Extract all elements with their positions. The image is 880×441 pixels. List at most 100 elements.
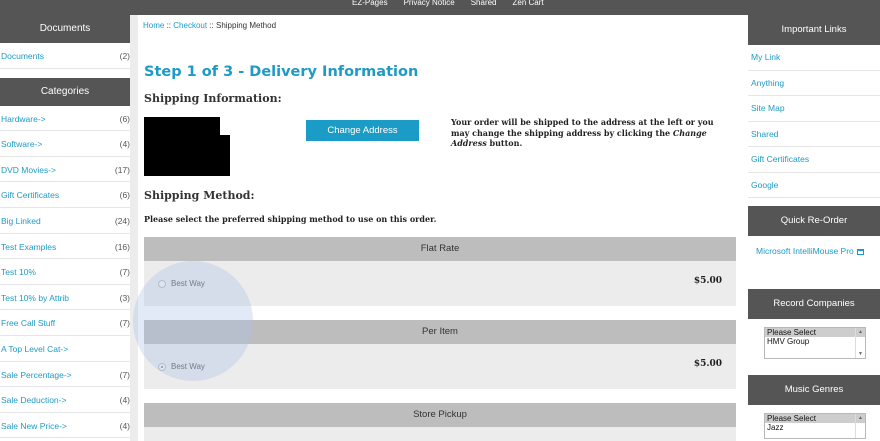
radio-button[interactable] (158, 362, 166, 371)
music-genres-header: Music Genres (748, 375, 880, 405)
sidebar-item-count: (24) (114, 215, 130, 226)
sidebar-item-test-10-by-attrib[interactable]: Test 10% by Attrib (3) (0, 285, 130, 311)
sidebar-item-label[interactable]: A Top Level Cat-> (1, 344, 68, 354)
breadcrumb-separator: :: (166, 21, 172, 30)
sidebar-item-label[interactable]: Documents (1, 51, 44, 61)
address-note-text-end: button. (486, 138, 523, 148)
sidebar-item-label[interactable]: Sale New Price-> (1, 421, 67, 431)
sidebar-item-label[interactable]: Test Examples (1, 242, 56, 252)
sidebar-item-count: (6) (119, 190, 130, 201)
shipping-method-heading: Shipping Method: (144, 189, 255, 202)
top-nav-link-privacy[interactable]: Privacy Notice (396, 0, 463, 15)
sidebar-item-label[interactable]: Big Linked (1, 216, 41, 226)
sidebar-item-count: (7) (119, 267, 130, 278)
sidebar-item-count: (17) (114, 164, 130, 175)
breadcrumb-checkout[interactable]: Checkout (173, 21, 207, 30)
top-nav-link-ezpages[interactable]: EZ-Pages (344, 0, 396, 15)
select-option[interactable]: Please Select (765, 328, 865, 337)
music-genres-select[interactable]: Please Select Jazz ▲ (764, 413, 866, 439)
sidebar-item-label[interactable]: Hardware-> (1, 114, 46, 124)
sidebar-item-sale-deduction[interactable]: Sale Deduction-> (4) (0, 387, 130, 413)
shipping-method-per-item: Best Way $5.00 (144, 344, 736, 389)
sidebar-item-label[interactable]: Test 10% (1, 267, 36, 277)
sidebar-item-label[interactable]: DVD Movies-> (1, 165, 56, 175)
radio-button[interactable] (158, 279, 166, 288)
sidebar-item-count: (16) (114, 241, 130, 252)
sidebar-item-test-10[interactable]: Test 10% (7) (0, 259, 130, 285)
sidebar-item-count: (2) (119, 51, 130, 61)
sidebar-item-top-level-cat[interactable]: A Top Level Cat-> (0, 336, 130, 362)
left-sidebar: Documents Documents (2) Categories Hardw… (0, 15, 130, 441)
breadcrumb-home[interactable]: Home (143, 21, 164, 30)
important-link-my-link[interactable]: My Link (748, 45, 880, 71)
breadcrumb-separator: :: (209, 21, 214, 30)
sidebar-item-software[interactable]: Software-> (4) (0, 131, 130, 157)
sidebar-item-gift-certificates[interactable]: Gift Certificates (6) (0, 182, 130, 208)
sidebar-item-sale-percentage[interactable]: Sale Percentage-> (7) (0, 362, 130, 388)
select-option[interactable]: HMV Group (765, 337, 865, 346)
right-sidebar: Important Links My Link Anything Site Ma… (748, 15, 880, 441)
record-companies-header: Record Companies (748, 289, 880, 319)
shipping-method-store-pickup-header: Store Pickup (144, 403, 736, 427)
select-scrollbar[interactable]: ▲ ▼ (855, 328, 865, 358)
sidebar-item-label[interactable]: Gift Certificates (1, 190, 59, 200)
change-address-button[interactable]: Change Address (306, 120, 419, 141)
sidebar-item-test-examples[interactable]: Test Examples (16) (0, 234, 130, 260)
select-option[interactable]: Please Select (765, 414, 865, 423)
shipping-option-flat-rate-best-way[interactable]: Best Way (158, 279, 205, 288)
sidebar-item-documents[interactable]: Documents (2) (0, 43, 130, 69)
important-link-gift-certificates[interactable]: Gift Certificates (748, 147, 880, 173)
documents-header: Documents (0, 15, 130, 43)
categories-header: Categories (0, 77, 130, 106)
main-content: Home :: Checkout :: Shipping Method Step… (138, 15, 748, 441)
sidebar-item-free-call-stuff[interactable]: Free Call Stuff (7) (0, 310, 130, 336)
shipping-option-label[interactable]: Best Way (171, 362, 205, 371)
sidebar-item-big-linked[interactable]: Big Linked (24) (0, 208, 130, 234)
reorder-product-name[interactable]: Microsoft IntelliMouse Pro (756, 246, 854, 256)
sidebar-item-label[interactable]: Free Call Stuff (1, 318, 55, 328)
sidebar-item-count: (4) (119, 420, 130, 431)
shipping-method-store-pickup (144, 427, 736, 441)
sidebar-item-count: (7) (119, 318, 130, 329)
shipping-price: $5.00 (693, 276, 722, 286)
important-link-site-map[interactable]: Site Map (748, 96, 880, 122)
shipping-price: $5.00 (693, 359, 722, 369)
cart-icon[interactable] (856, 248, 864, 255)
quick-reorder-header: Quick Re-Order (748, 206, 880, 236)
important-link-shared[interactable]: Shared (748, 122, 880, 147)
shipping-method-note: Please select the preferred shipping met… (144, 214, 437, 224)
sidebar-item-label[interactable]: Sale Deduction-> (1, 395, 66, 405)
breadcrumb-current: Shipping Method (215, 21, 277, 30)
top-nav-link-shared[interactable]: Shared (463, 0, 505, 15)
sidebar-item-count: (4) (119, 395, 130, 406)
reorder-product-link[interactable]: Microsoft IntelliMouse Pro (756, 246, 876, 257)
sidebar-item-label[interactable]: Software-> (1, 139, 42, 149)
sidebar-item-count: (4) (119, 139, 130, 150)
select-scrollbar[interactable]: ▲ (855, 414, 865, 438)
shipping-option-per-item-best-way[interactable]: Best Way (158, 362, 205, 371)
sidebar-item-sale-new-price[interactable]: Sale New Price-> (4) (0, 413, 130, 439)
sidebar-item-count: (3) (119, 292, 130, 303)
shipping-method-per-item-header: Per Item (144, 320, 736, 344)
important-link-google[interactable]: Google (748, 173, 880, 198)
top-nav-bar: EZ-Pages Privacy Notice Shared Zen Cart (0, 0, 880, 15)
shipping-method-flat-rate-header: Flat Rate (144, 237, 736, 261)
address-note: Your order will be shipped to the addres… (451, 117, 721, 149)
sidebar-item-count: (7) (119, 369, 130, 380)
top-nav-link-zencart[interactable]: Zen Cart (505, 0, 552, 15)
shipping-info-heading: Shipping Information: (144, 92, 282, 105)
sidebar-item-label[interactable]: Test 10% by Attrib (1, 293, 69, 303)
important-links-header: Important Links (748, 15, 880, 45)
top-nav-links: EZ-Pages Privacy Notice Shared Zen Cart (344, 0, 552, 15)
shipping-option-label[interactable]: Best Way (171, 279, 205, 288)
breadcrumb: Home :: Checkout :: Shipping Method (143, 21, 276, 30)
sidebar-item-dvd-movies[interactable]: DVD Movies-> (17) (0, 157, 130, 183)
important-link-anything[interactable]: Anything (748, 71, 880, 96)
record-companies-select[interactable]: Please Select HMV Group ▲ ▼ (764, 327, 866, 359)
sidebar-item-count: (6) (119, 113, 130, 124)
shipping-method-flat-rate: Best Way $5.00 (144, 261, 736, 306)
sidebar-item-label[interactable]: Sale Percentage-> (1, 370, 72, 380)
sidebar-item-hardware[interactable]: Hardware-> (6) (0, 106, 130, 132)
page-title: Step 1 of 3 - Delivery Information (144, 64, 419, 80)
select-option[interactable]: Jazz (765, 423, 865, 432)
